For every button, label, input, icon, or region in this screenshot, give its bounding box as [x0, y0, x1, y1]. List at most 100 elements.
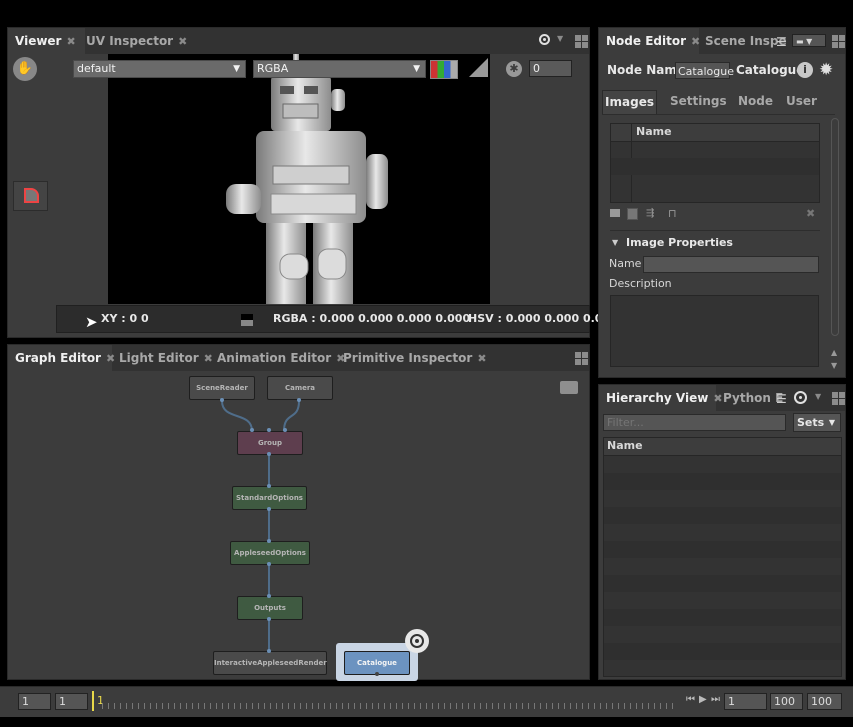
tab-graph-editor-label: Graph Editor [15, 351, 101, 365]
tab-primitive-inspector[interactable]: Primitive Inspector ✖ [343, 345, 487, 371]
duplicate-icon[interactable] [627, 208, 638, 220]
description-label: Description [609, 277, 672, 290]
close-icon[interactable]: ✖ [106, 346, 115, 372]
tab-uv-inspector[interactable]: UV Inspector ✖ [86, 28, 187, 54]
node-editor-subtabs: Images Settings Node User [602, 90, 835, 115]
crop-window-icon[interactable] [13, 181, 48, 211]
subtab-user[interactable]: User [786, 94, 817, 108]
node-name-field[interactable]: Catalogue [675, 62, 734, 79]
viewer-tabbar: Viewer ✖ UV Inspector ✖ ▼ [8, 28, 589, 54]
node-scenereader[interactable]: SceneReader [189, 376, 255, 400]
channels-value: RGBA [257, 62, 289, 75]
tab-graph-editor[interactable]: Graph Editor ✖ [8, 345, 115, 372]
viewer-image[interactable] [108, 54, 490, 304]
tab-animation-editor[interactable]: Animation Editor ✖ [217, 345, 345, 371]
tab-node-editor[interactable]: Node Editor ✖ [599, 28, 700, 55]
hierarchy-tree[interactable]: Name [603, 437, 842, 677]
exposure-field[interactable]: 0 [529, 60, 572, 77]
tab-light-editor[interactable]: Light Editor ✖ [119, 345, 213, 371]
pin-icon[interactable]: ⊓ [668, 207, 677, 220]
graph-canvas[interactable]: SceneReader Camera Group StandardOptions… [8, 371, 591, 681]
close-icon[interactable]: ✖ [178, 29, 187, 55]
node-editor-panel: Node Editor ✖ Scene Inspe ☰ ▬ ▼ Node Name… [598, 27, 846, 378]
color-channels-icon[interactable] [430, 60, 458, 79]
node-editor-tabbar: Node Editor ✖ Scene Inspe ☰ ▬ ▼ [599, 28, 845, 54]
current-frame-marker[interactable] [92, 691, 94, 711]
layout-grid-icon[interactable] [832, 392, 845, 405]
info-icon[interactable]: i [797, 62, 813, 78]
rgba-readout: RGBA : 0.000 0.000 0.000 0.000 [273, 312, 471, 325]
images-table[interactable]: Name [610, 123, 820, 203]
layout-grid-icon[interactable] [832, 35, 845, 48]
scroll-down-icon[interactable]: ▼ [831, 361, 837, 370]
jump-to-start-icon[interactable]: ⏮ [686, 694, 695, 705]
scrollbar[interactable] [831, 118, 839, 336]
tab-hierarchy-view-label: Hierarchy View [606, 391, 709, 405]
timeline-range-start-field[interactable]: 1 [55, 693, 88, 710]
hierarchy-column-name: Name [607, 439, 643, 452]
exposure-icon[interactable]: ✱ [506, 61, 522, 77]
layout-grid-icon[interactable] [575, 35, 588, 48]
play-icon[interactable]: ▶ [699, 694, 707, 705]
node-name-label: Node Name [607, 63, 685, 77]
image-name-field[interactable] [643, 256, 819, 273]
soloing-icon[interactable] [469, 58, 488, 77]
description-field[interactable] [610, 295, 819, 367]
pin-target-icon[interactable] [794, 391, 807, 404]
scroll-up-icon[interactable]: ▲ [831, 348, 837, 357]
layout-grid-icon[interactable] [575, 352, 588, 365]
display-transform-select[interactable]: default ▼ [73, 60, 246, 78]
images-column-name: Name [636, 125, 672, 138]
display-transform-value: default [77, 62, 116, 75]
chevron-down-icon: ▼ [413, 64, 420, 74]
channels-select[interactable]: RGBA ▼ [253, 60, 426, 78]
collapse-triangle-icon[interactable]: ▼ [612, 238, 618, 247]
tab-viewer[interactable]: Viewer ✖ [8, 28, 85, 54]
close-icon[interactable]: ✖ [713, 386, 722, 412]
menu-icon[interactable]: ☰ [776, 35, 787, 49]
close-icon[interactable]: ✖ [691, 29, 700, 55]
subtab-node[interactable]: Node [738, 94, 773, 108]
tab-hierarchy-view[interactable]: Hierarchy View ✖ [599, 385, 723, 411]
view-node-icon[interactable] [405, 629, 429, 653]
timeline-start-field[interactable]: 1 [18, 693, 51, 710]
jump-to-end-icon[interactable]: ⏭ [711, 694, 720, 705]
hand-icon[interactable]: ✋ [13, 57, 37, 81]
tab-light-editor-label: Light Editor [119, 351, 199, 365]
viewer-panel: Viewer ✖ UV Inspector ✖ ▼ ✋ default ▼ RG… [7, 27, 602, 338]
swatch-icon [241, 314, 253, 326]
subtab-images[interactable]: Images [602, 90, 657, 114]
layout-select[interactable]: ▬ ▼ [792, 34, 826, 47]
xy-readout: XY : 0 0 [101, 312, 149, 325]
gear-icon[interactable]: ✹ [819, 60, 833, 80]
menu-icon[interactable]: ☰ [776, 392, 787, 406]
close-icon[interactable]: ✖ [477, 346, 486, 372]
graph-editor-tabbar: Graph Editor ✖ Light Editor ✖ Animation Ed… [8, 345, 589, 371]
timeline-end-field[interactable]: 100 [807, 693, 842, 710]
close-icon[interactable]: ✖ [204, 346, 213, 372]
subtab-settings[interactable]: Settings [670, 94, 727, 108]
filter-input[interactable] [603, 414, 786, 431]
current-frame-field[interactable]: 1 [724, 693, 767, 710]
node-type-label: Catalogue [736, 63, 805, 77]
tab-scene-inspector[interactable]: Scene Inspe [705, 28, 787, 54]
chevron-down-icon[interactable]: ▼ [815, 392, 821, 401]
image-properties-title[interactable]: Image Properties [626, 236, 733, 249]
tab-python-editor-label: Python E [723, 391, 784, 405]
hierarchy-tabbar: Hierarchy View ✖ Python E ☰ ▼ [599, 385, 845, 411]
close-icon[interactable]: ✖ [66, 29, 75, 55]
images-table-header: Name [611, 124, 819, 202]
graph-wires [221, 400, 300, 651]
chevron-down-icon[interactable]: ▼ [557, 34, 563, 43]
sets-button[interactable]: Sets ▼ [793, 413, 841, 432]
extract-icon[interactable]: ⇶ [646, 208, 654, 219]
timeline-ruler[interactable]: 1 [92, 689, 680, 715]
tab-primitive-inspector-label: Primitive Inspector [343, 351, 473, 365]
pin-target-icon[interactable] [539, 34, 550, 45]
timeline-range-end-field[interactable]: 100 [770, 693, 803, 710]
node-camera[interactable]: Camera [267, 376, 333, 400]
tab-python-editor[interactable]: Python E [723, 385, 783, 411]
node-interactiveappleseedrender[interactable]: InteractiveAppleseedRender [213, 651, 327, 675]
folder-icon[interactable] [610, 209, 620, 217]
remove-icon[interactable]: ✖ [806, 207, 815, 220]
